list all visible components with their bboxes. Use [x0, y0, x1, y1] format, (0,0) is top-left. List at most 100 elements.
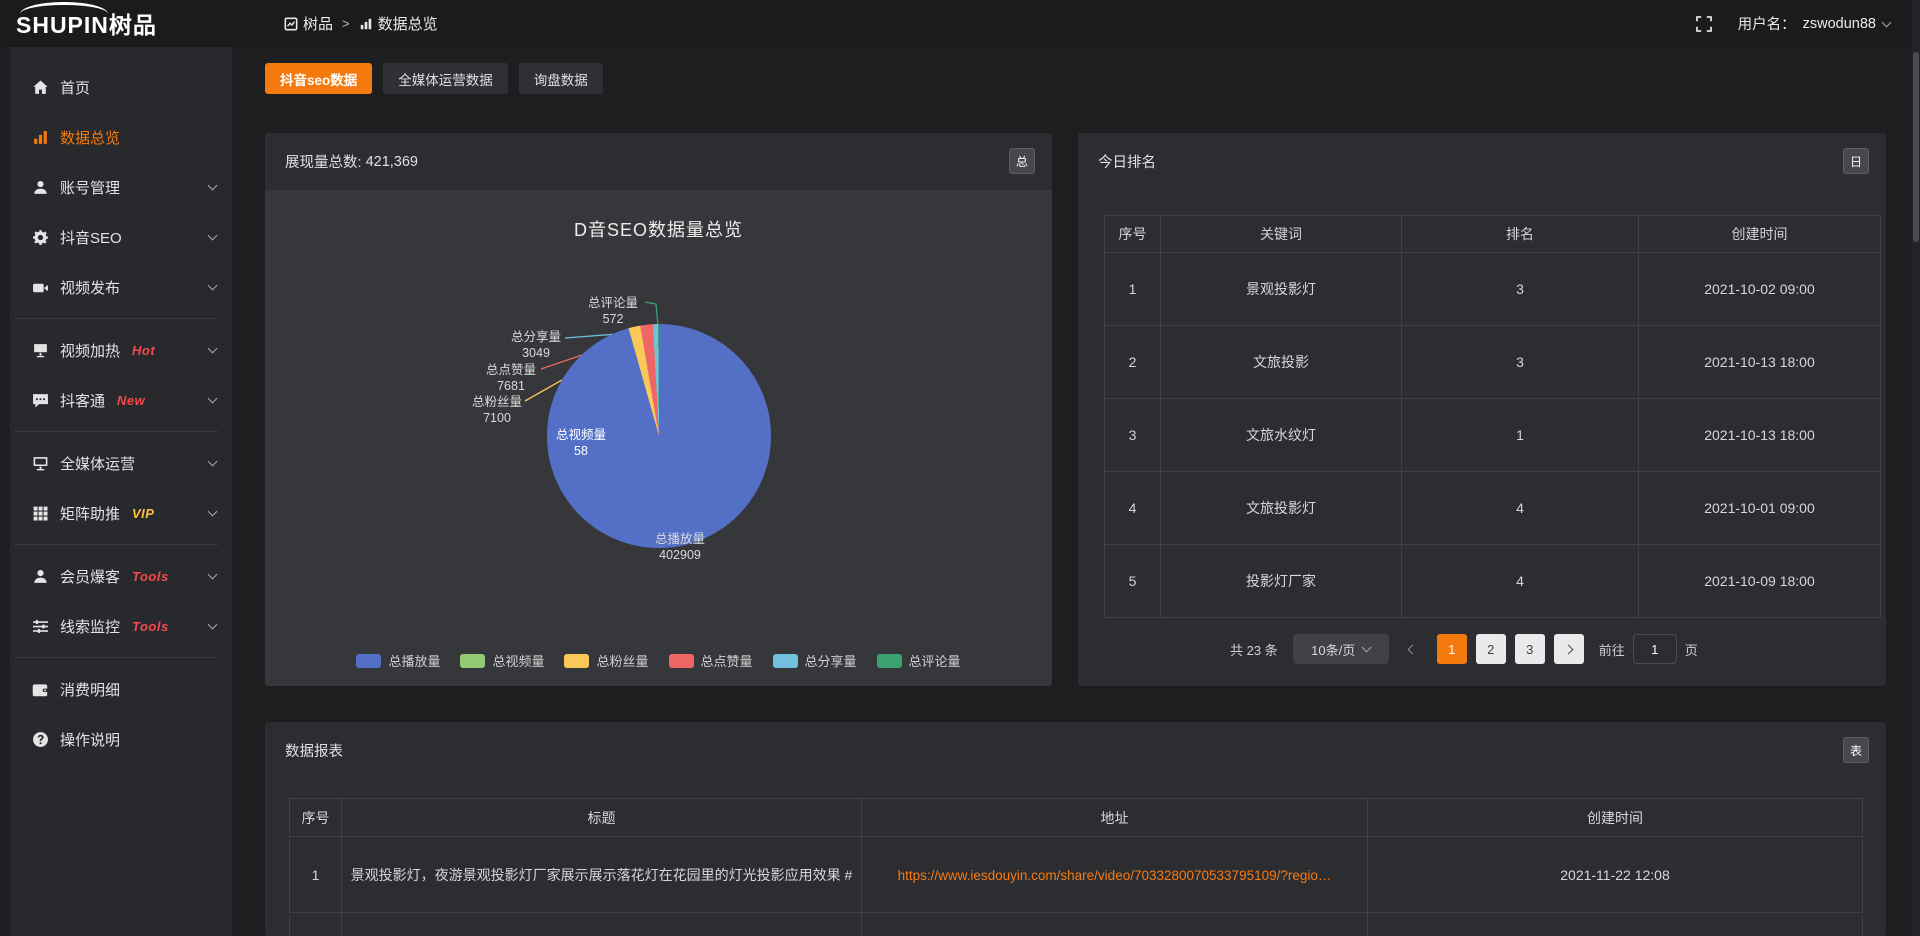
sidebar-item-13[interactable]: 操作说明	[0, 714, 232, 764]
goto-page-input[interactable]	[1633, 634, 1677, 664]
legend-item-总视频量[interactable]: 总视频量	[460, 651, 544, 670]
time-cell	[1368, 913, 1863, 936]
legend-item-总评论量[interactable]: 总评论量	[877, 651, 961, 670]
home-icon	[32, 79, 49, 96]
user-icon	[32, 179, 49, 196]
top-header: SHUPIN树品 树品 > 数据总览	[0, 0, 1920, 47]
page-button-1[interactable]: 1	[1437, 634, 1467, 664]
sidebar-item-4[interactable]: 抖音SEO	[0, 212, 232, 262]
sidebar-item-label: 视频发布	[60, 277, 120, 298]
breadcrumb-item-current[interactable]: 数据总览	[359, 13, 438, 34]
sidebar-nav: 首页数据总览账号管理抖音SEO 视频发布视频加热Hot抖客通New 全媒体运营矩阵助…	[0, 47, 232, 936]
sidebar-item-10[interactable]: 会员爆客Tools	[0, 551, 232, 601]
report-column-header: 标题	[342, 799, 862, 837]
chart-legend: 总播放量 总视频量 总粉丝量 总点赞量 总分享量 总评论量	[265, 651, 1052, 670]
sidebar-item-8[interactable]: 全媒体运营	[0, 438, 232, 488]
sidebar-item-label: 视频加热	[60, 340, 120, 361]
chevron-down-icon	[208, 507, 218, 517]
table-cell: 2021-10-02 09:00	[1639, 253, 1881, 326]
sidebar-item-11[interactable]: 线索监控Tools	[0, 601, 232, 651]
page-size-select[interactable]: 10条/页	[1293, 634, 1389, 664]
chevron-down-icon	[208, 181, 218, 191]
table-row: 3文旅水纹灯12021-10-13 18:00	[1105, 399, 1881, 472]
table-cell: 文旅投影	[1161, 326, 1402, 399]
report-column-header: 创建时间	[1368, 799, 1863, 837]
sidebar-item-label: 操作说明	[60, 729, 120, 750]
app-root: SHUPIN树品 树品 > 数据总览	[0, 0, 1920, 936]
row-number-cell	[290, 913, 342, 936]
sidebar-item-label: 全媒体运营	[60, 453, 135, 474]
sidebar-divider	[14, 657, 218, 658]
next-page-button[interactable]	[1554, 634, 1584, 664]
sidebar-item-tag: New	[117, 393, 145, 408]
sidebar-item-label: 矩阵助推	[60, 503, 120, 524]
day-badge-button[interactable]: 日	[1843, 148, 1869, 174]
monitor-icon	[32, 455, 49, 472]
breadcrumb-item-home[interactable]: 树品	[284, 13, 333, 34]
ranking-table: 序号关键词排名创建时间 1景观投影灯32021-10-02 09:002文旅投影…	[1104, 215, 1881, 618]
chevron-down-icon	[1882, 17, 1892, 27]
tab-2[interactable]: 全媒体运营数据	[383, 63, 508, 94]
sidebar-item-label: 数据总览	[60, 127, 120, 148]
url-cell	[862, 913, 1368, 936]
fullscreen-icon[interactable]	[1696, 16, 1712, 32]
scrollbar-thumb[interactable]	[1913, 52, 1919, 242]
sidebar-item-1[interactable]: 首页	[0, 62, 232, 112]
ranking-column-header: 排名	[1402, 216, 1639, 253]
legend-swatch	[669, 654, 694, 668]
report-panel-header: 数据报表	[265, 722, 1886, 779]
pie-label-总分享量: 总分享量3049	[496, 329, 576, 362]
sidebar-item-5[interactable]: 视频发布	[0, 262, 232, 312]
sidebar-divider	[14, 544, 218, 545]
title-cell	[342, 913, 862, 936]
table-row: 1景观投影灯，夜游景观投影灯厂家展示展示落花灯在花园里的灯光投影应用效果 #ht…	[290, 837, 1863, 913]
report-panel: 数据报表 表 序号标题地址创建时间 1景观投影灯，夜游景观投影灯厂家展示展示落花…	[265, 722, 1886, 936]
table-cell: 1	[1105, 253, 1161, 326]
sidebar-item-9[interactable]: 矩阵助推VIP	[0, 488, 232, 538]
chevron-down-icon	[208, 394, 218, 404]
pie-label-总评论量: 总评论量572	[573, 295, 653, 328]
legend-item-总播放量[interactable]: 总播放量	[356, 651, 440, 670]
legend-item-总点赞量[interactable]: 总点赞量	[669, 651, 753, 670]
table-badge-button[interactable]: 表	[1843, 737, 1869, 763]
report-table-head: 序号标题地址创建时间	[290, 799, 1863, 837]
sidebar-divider	[14, 431, 218, 432]
data-tabs: 抖音seo数据全媒体运营数据询盘数据	[265, 63, 603, 94]
prev-page-button[interactable]	[1398, 634, 1428, 664]
video-icon	[32, 279, 49, 296]
sidebar-item-12[interactable]: 消费明细	[0, 664, 232, 714]
video-link[interactable]: https://www.iesdouyin.com/share/video/70…	[898, 868, 1332, 883]
legend-item-总分享量[interactable]: 总分享量	[773, 651, 857, 670]
report-column-header: 序号	[290, 799, 342, 837]
question-icon	[32, 731, 49, 748]
total-badge-button[interactable]: 总	[1009, 148, 1035, 174]
user-dropdown[interactable]: 用户名：zswodun88	[1738, 13, 1890, 34]
sidebar-item-3[interactable]: 账号管理	[0, 162, 232, 212]
table-cell: 4	[1402, 472, 1639, 545]
ranking-column-header: 序号	[1105, 216, 1161, 253]
ranking-panel: 今日排名 日 序号关键词排名创建时间 1景观投影灯32021-10-02 09:…	[1078, 133, 1886, 686]
page-button-2[interactable]: 2	[1476, 634, 1506, 664]
chart-panel-header: 展现量总数: 421,369	[265, 133, 1052, 190]
legend-label: 总视频量	[492, 651, 544, 670]
page-scrollbar[interactable]	[1912, 0, 1920, 936]
sidebar-item-7[interactable]: 抖客通New	[0, 375, 232, 425]
sidebar-item-label: 账号管理	[60, 177, 120, 198]
table-cell: 3	[1402, 253, 1639, 326]
chevron-down-icon	[208, 281, 218, 291]
total-count: 共 23 条	[1230, 640, 1278, 659]
legend-item-总粉丝量[interactable]: 总粉丝量	[564, 651, 648, 670]
tab-3[interactable]: 询盘数据	[519, 63, 603, 94]
tab-1[interactable]: 抖音seo数据	[265, 63, 372, 94]
table-cell: 2	[1105, 326, 1161, 399]
table-row	[290, 913, 1863, 936]
legend-label: 总粉丝量	[596, 651, 648, 670]
page-buttons: 123	[1437, 634, 1545, 664]
sidebar-divider	[14, 318, 218, 319]
sidebar-item-2[interactable]: 数据总览	[0, 112, 232, 162]
sidebar-item-6[interactable]: 视频加热Hot	[0, 325, 232, 375]
gear-icon	[32, 229, 49, 246]
legend-swatch	[877, 654, 902, 668]
page-button-3[interactable]: 3	[1515, 634, 1545, 664]
logo-text: SHUPIN树品	[16, 14, 157, 37]
